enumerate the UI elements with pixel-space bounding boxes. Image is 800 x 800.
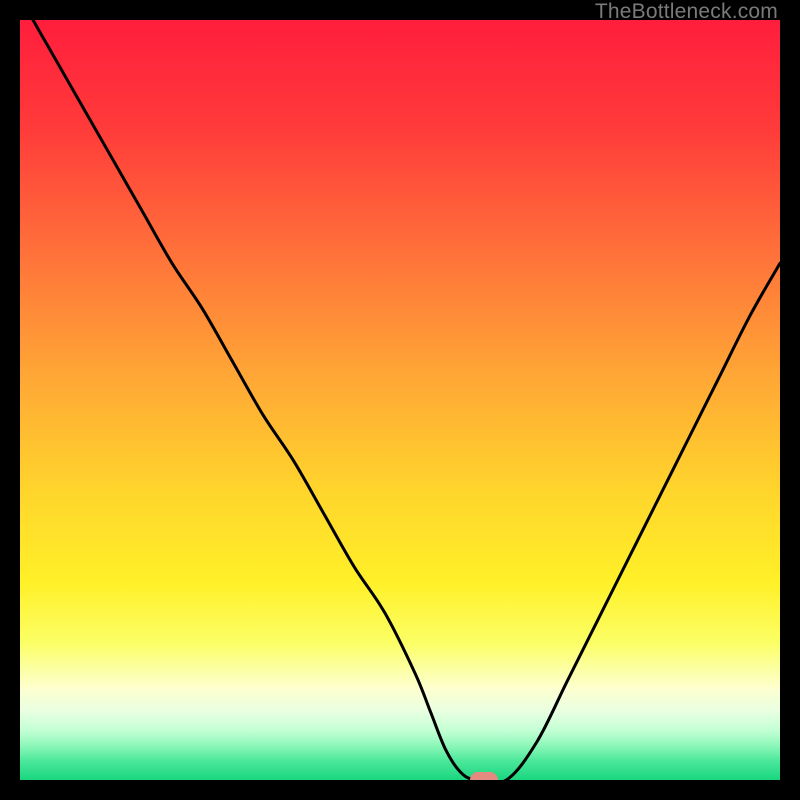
plot-area xyxy=(20,20,780,780)
bottleneck-curve xyxy=(20,20,780,780)
optimal-point-marker xyxy=(470,772,498,780)
chart-frame: TheBottleneck.com xyxy=(0,0,800,800)
watermark-label: TheBottleneck.com xyxy=(595,0,778,24)
